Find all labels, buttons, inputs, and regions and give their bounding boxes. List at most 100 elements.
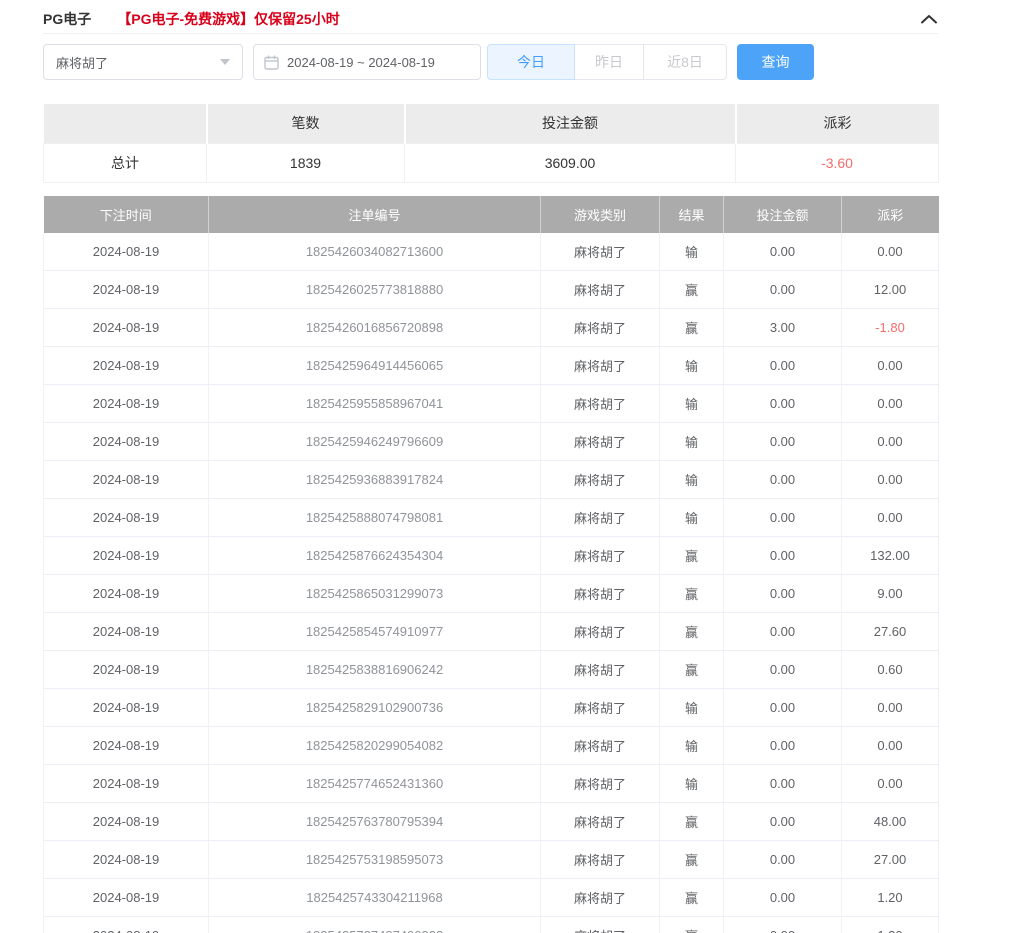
cell-bet-no: 1825425876624354304 (209, 537, 541, 575)
table-row: 2024-08-19 1825425955858967041 麻将胡了 输 0.… (44, 385, 939, 423)
cell-game: 麻将胡了 (541, 917, 660, 933)
cell-result: 输 (660, 461, 724, 499)
date-range-input[interactable]: 2024-08-19 ~ 2024-08-19 (253, 44, 481, 80)
cell-result: 输 (660, 423, 724, 461)
cell-game: 麻将胡了 (541, 651, 660, 689)
cell-result: 输 (660, 233, 724, 271)
table-row: 2024-08-19 1825425936883917824 麻将胡了 输 0.… (44, 461, 939, 499)
cell-payout: -1.80 (842, 309, 939, 347)
cell-bet-no: 1825425865031299073 (209, 575, 541, 613)
cell-amount: 3.00 (724, 309, 842, 347)
cell-bet-no: 1825426025773818880 (209, 271, 541, 309)
cell-bet-no: 1825425854574910977 (209, 613, 541, 651)
cell-date: 2024-08-19 (44, 651, 209, 689)
collapse-button[interactable] (920, 14, 938, 24)
query-button[interactable]: 查询 (737, 44, 814, 80)
summary-count-value: 1839 (207, 143, 405, 182)
cell-amount: 0.00 (724, 727, 842, 765)
table-row: 2024-08-19 1825425829102900736 麻将胡了 输 0.… (44, 689, 939, 727)
summary-header-payout: 派彩 (736, 104, 939, 143)
cell-amount: 0.00 (724, 271, 842, 309)
cell-amount: 0.00 (724, 613, 842, 651)
yesterday-button[interactable]: 昨日 (574, 44, 644, 80)
game-type-select-value: 麻将胡了 (56, 53, 220, 72)
cell-bet-no: 1825425737487400322 (209, 917, 541, 933)
cell-payout: 0.00 (842, 385, 939, 423)
calendar-icon (264, 55, 279, 70)
cell-date: 2024-08-19 (44, 233, 209, 271)
summary-header-bet-amount: 投注金额 (405, 104, 736, 143)
col-header-bet-time: 下注时间 (44, 196, 209, 233)
cell-payout: 48.00 (842, 803, 939, 841)
cell-amount: 0.00 (724, 347, 842, 385)
cell-bet-no: 1825426034082713600 (209, 233, 541, 271)
summary-header-count: 笔数 (207, 104, 405, 143)
quick-date-buttons: 今日 昨日 近8日 (487, 44, 727, 80)
cell-date: 2024-08-19 (44, 879, 209, 917)
col-header-bet-amount: 投注金额 (724, 196, 842, 233)
cell-game: 麻将胡了 (541, 461, 660, 499)
cell-payout: 0.00 (842, 233, 939, 271)
cell-result: 输 (660, 727, 724, 765)
table-row: 2024-08-19 1825425737487400322 麻将胡了 赢 0.… (44, 917, 939, 933)
cell-game: 麻将胡了 (541, 803, 660, 841)
date-range-value: 2024-08-19 ~ 2024-08-19 (287, 55, 435, 70)
cell-amount: 0.00 (724, 917, 842, 933)
summary-header-row: 笔数 投注金额 派彩 (44, 104, 939, 143)
cell-amount: 0.00 (724, 385, 842, 423)
summary-bet-amount-value: 3609.00 (405, 143, 736, 182)
cell-game: 麻将胡了 (541, 309, 660, 347)
cell-amount: 0.00 (724, 803, 842, 841)
cell-result: 赢 (660, 841, 724, 879)
col-header-result: 结果 (660, 196, 724, 233)
cell-game: 麻将胡了 (541, 537, 660, 575)
table-row: 2024-08-19 1825426016856720898 麻将胡了 赢 3.… (44, 309, 939, 347)
cell-bet-no: 1825425964914456065 (209, 347, 541, 385)
cell-date: 2024-08-19 (44, 803, 209, 841)
cell-payout: 0.00 (842, 347, 939, 385)
cell-result: 赢 (660, 537, 724, 575)
game-type-select[interactable]: 麻将胡了 (43, 44, 243, 80)
cell-game: 麻将胡了 (541, 575, 660, 613)
cell-date: 2024-08-19 (44, 765, 209, 803)
cell-amount: 0.00 (724, 879, 842, 917)
cell-amount: 0.00 (724, 537, 842, 575)
cell-date: 2024-08-19 (44, 461, 209, 499)
cell-bet-no: 1825425763780795394 (209, 803, 541, 841)
summary-total-label: 总计 (44, 143, 207, 182)
cell-payout: 12.00 (842, 271, 939, 309)
table-row: 2024-08-19 1825425838816906242 麻将胡了 赢 0.… (44, 651, 939, 689)
cell-result: 赢 (660, 613, 724, 651)
cell-game: 麻将胡了 (541, 879, 660, 917)
table-row: 2024-08-19 1825425964914456065 麻将胡了 输 0.… (44, 347, 939, 385)
col-header-payout: 派彩 (842, 196, 939, 233)
cell-amount: 0.00 (724, 689, 842, 727)
cell-result: 赢 (660, 271, 724, 309)
last-8-days-button[interactable]: 近8日 (643, 44, 727, 80)
cell-bet-no: 1825425829102900736 (209, 689, 541, 727)
cell-payout: 0.00 (842, 689, 939, 727)
summary-table: 笔数 投注金额 派彩 总计 1839 3609.00 -3.60 (43, 104, 939, 183)
cell-date: 2024-08-19 (44, 423, 209, 461)
cell-payout: 0.00 (842, 499, 939, 537)
cell-result: 输 (660, 499, 724, 537)
table-row: 2024-08-19 1825425820299054082 麻将胡了 输 0.… (44, 727, 939, 765)
cell-bet-no: 1825425753198595073 (209, 841, 541, 879)
cell-amount: 0.00 (724, 499, 842, 537)
cell-bet-no: 1825425838816906242 (209, 651, 541, 689)
chevron-up-icon (920, 14, 938, 24)
cell-game: 麻将胡了 (541, 423, 660, 461)
cell-bet-no: 1825425946249796609 (209, 423, 541, 461)
cell-result: 赢 (660, 309, 724, 347)
today-button[interactable]: 今日 (487, 44, 575, 80)
cell-result: 赢 (660, 651, 724, 689)
cell-date: 2024-08-19 (44, 575, 209, 613)
cell-payout: 27.00 (842, 841, 939, 879)
cell-payout: 0.00 (842, 727, 939, 765)
cell-date: 2024-08-19 (44, 499, 209, 537)
cell-payout: 1.20 (842, 879, 939, 917)
summary-header-empty (44, 104, 207, 143)
table-row: 2024-08-19 1825425763780795394 麻将胡了 赢 0.… (44, 803, 939, 841)
cell-date: 2024-08-19 (44, 271, 209, 309)
betting-records-panel: PG电子 【PG电子-免费游戏】仅保留25小时 麻将胡了 2024-08-19 … (43, 0, 938, 933)
